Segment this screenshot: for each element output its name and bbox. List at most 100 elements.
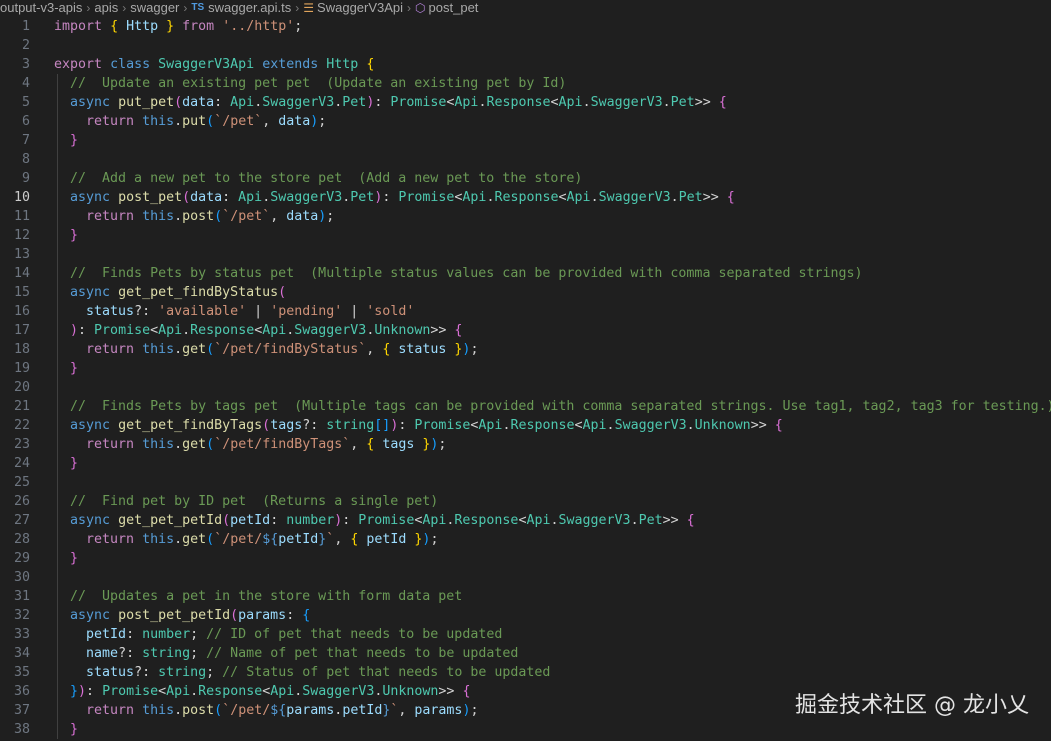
breadcrumb-folder-apis[interactable]: apis [94,1,118,15]
code-token: SwaggerV3 [598,190,671,205]
code-token: ?: [118,646,143,661]
code-token: `/pet/ [214,532,263,547]
code-line[interactable]: 5 async put_pet(data: Api.SwaggerV3.Pet)… [0,93,1051,112]
code-line[interactable]: 15 async get_pet_findByStatus( [0,283,1051,302]
code-token: } [70,722,79,737]
breadcrumb-method[interactable]: ⬡ post_pet [415,0,479,16]
code-token: name [86,646,119,661]
code-line[interactable]: 25 [0,473,1051,492]
breadcrumb-folder-swagger[interactable]: swagger [130,1,179,15]
code-token: . [174,437,183,452]
code-token: Unknown [694,418,751,433]
code-line[interactable]: 9 // Add a new pet to the store pet (Add… [0,169,1051,188]
code-token: ; [430,532,439,547]
code-line[interactable]: 22 async get_pet_findByTags(tags?: strin… [0,416,1051,435]
code-line[interactable]: 4 // Update an existing pet pet (Update … [0,74,1051,93]
code-line[interactable]: 19 } [0,359,1051,378]
code-token: petId [278,532,319,547]
code-editor[interactable]: 1 import { Http } from '../http'; 2 3 export… [0,16,1051,741]
code-text: async get_pet_findByTags(tags?: string[]… [54,416,783,435]
code-token: } [166,19,175,34]
line-number: 25 [13,475,30,490]
code-token: Response [198,684,263,699]
code-token: get_pet_findByTags [118,418,263,433]
code-line[interactable]: 29 } [0,549,1051,568]
code-token: from [182,19,215,34]
code-token: `/pet/findByStatus` [214,342,367,357]
code-token: status [86,665,135,680]
code-token: . [606,418,615,433]
code-text: return this.post(`/pet/${params.petId}`,… [54,701,478,720]
code-line[interactable]: 12 } [0,226,1051,245]
code-line[interactable]: 11 return this.post(`/pet`, data); [0,207,1051,226]
code-token: ( [262,418,271,433]
code-line[interactable]: 20 [0,378,1051,397]
code-token: // Finds Pets by tags pet (Multiple tags… [70,399,1051,414]
line-number: 12 [13,228,30,243]
code-line[interactable]: 1 import { Http } from '../http'; [0,17,1051,36]
code-token: get [182,437,207,452]
line-number: 27 [13,513,30,528]
code-token: : [342,513,359,528]
code-line[interactable]: 30 [0,568,1051,587]
code-token: number [286,513,335,528]
code-text: export class SwaggerV3Api extends Http { [54,55,374,74]
breadcrumb-file[interactable]: TS swagger.api.ts [191,1,291,15]
code-line[interactable]: 3 export class SwaggerV3Api extends Http … [0,55,1051,74]
code-line[interactable]: 7 } [0,131,1051,150]
breadcrumb-method-label: post_pet [428,0,479,15]
code-line[interactable]: 16 status?: 'available' | 'pending' | 's… [0,302,1051,321]
code-token: data [190,190,223,205]
code-token: Pet [350,190,375,205]
code-line[interactable]: 31 // Updates a pet in the store with fo… [0,587,1051,606]
code-text: return this.put(`/pet`, data); [54,112,326,131]
line-number: 6 [21,114,30,129]
code-token: string [326,418,375,433]
code-line[interactable]: 27 async get_pet_petId(petId: number): P… [0,511,1051,530]
code-line[interactable]: 34 name?: string; // Name of pet that ne… [0,644,1051,663]
code-token: import [54,19,103,34]
code-line[interactable]: 6 return this.put(`/pet`, data); [0,112,1051,131]
code-token: < [550,95,559,110]
code-line[interactable]: 8 [0,150,1051,169]
code-line[interactable]: 24 } [0,454,1051,473]
code-token: post_pet_petId [118,608,231,623]
code-token: Api [462,190,487,205]
code-line[interactable]: 38 } [0,720,1051,739]
code-line[interactable]: 17 ): Promise<Api.Response<Api.SwaggerV3… [0,321,1051,340]
code-line[interactable]: 32 async post_pet_petId(params: { [0,606,1051,625]
code-line[interactable]: 2 [0,36,1051,55]
code-token: , [398,703,415,718]
code-line[interactable]: 18 return this.get(`/pet/findByStatus`, … [0,340,1051,359]
code-token: petId [342,703,383,718]
code-line[interactable]: 33 petId: number; // ID of pet that need… [0,625,1051,644]
code-token: ( [222,513,231,528]
code-token: Api [158,323,183,338]
code-line[interactable]: 35 status?: string; // Status of pet tha… [0,663,1051,682]
code-token: < [150,323,159,338]
code-token: >> [438,684,463,699]
code-text: return this.get(`/pet/findByTags`, { tag… [54,435,446,454]
code-line[interactable]: 10 async post_pet(data: Api.SwaggerV3.Pe… [0,188,1051,207]
code-token: ?: [134,665,159,680]
code-token: // Find pet by ID pet (Returns a single … [70,494,439,509]
code-line[interactable]: 28 return this.get(`/pet/${petId}`, { pe… [0,530,1051,549]
code-line[interactable]: 26 // Find pet by ID pet (Returns a sing… [0,492,1051,511]
code-token: { [718,95,727,110]
code-line[interactable]: 13 [0,245,1051,264]
code-line[interactable]: 23 return this.get(`/pet/findByTags`, { … [0,435,1051,454]
code-line[interactable]: 21 // Finds Pets by tags pet (Multiple t… [0,397,1051,416]
code-token: data [182,95,215,110]
line-number: 3 [21,57,30,72]
breadcrumb-folder-output[interactable]: output-v3-apis [0,1,82,15]
code-line[interactable]: 14 // Finds Pets by status pet (Multiple… [0,264,1051,283]
line-number: 19 [13,361,30,376]
line-number: 17 [13,323,30,338]
breadcrumb-class[interactable]: ☰ SwaggerV3Api [303,1,403,16]
code-token: this [142,209,175,224]
code-token: // Add a new pet to the store pet (Add a… [70,171,583,186]
